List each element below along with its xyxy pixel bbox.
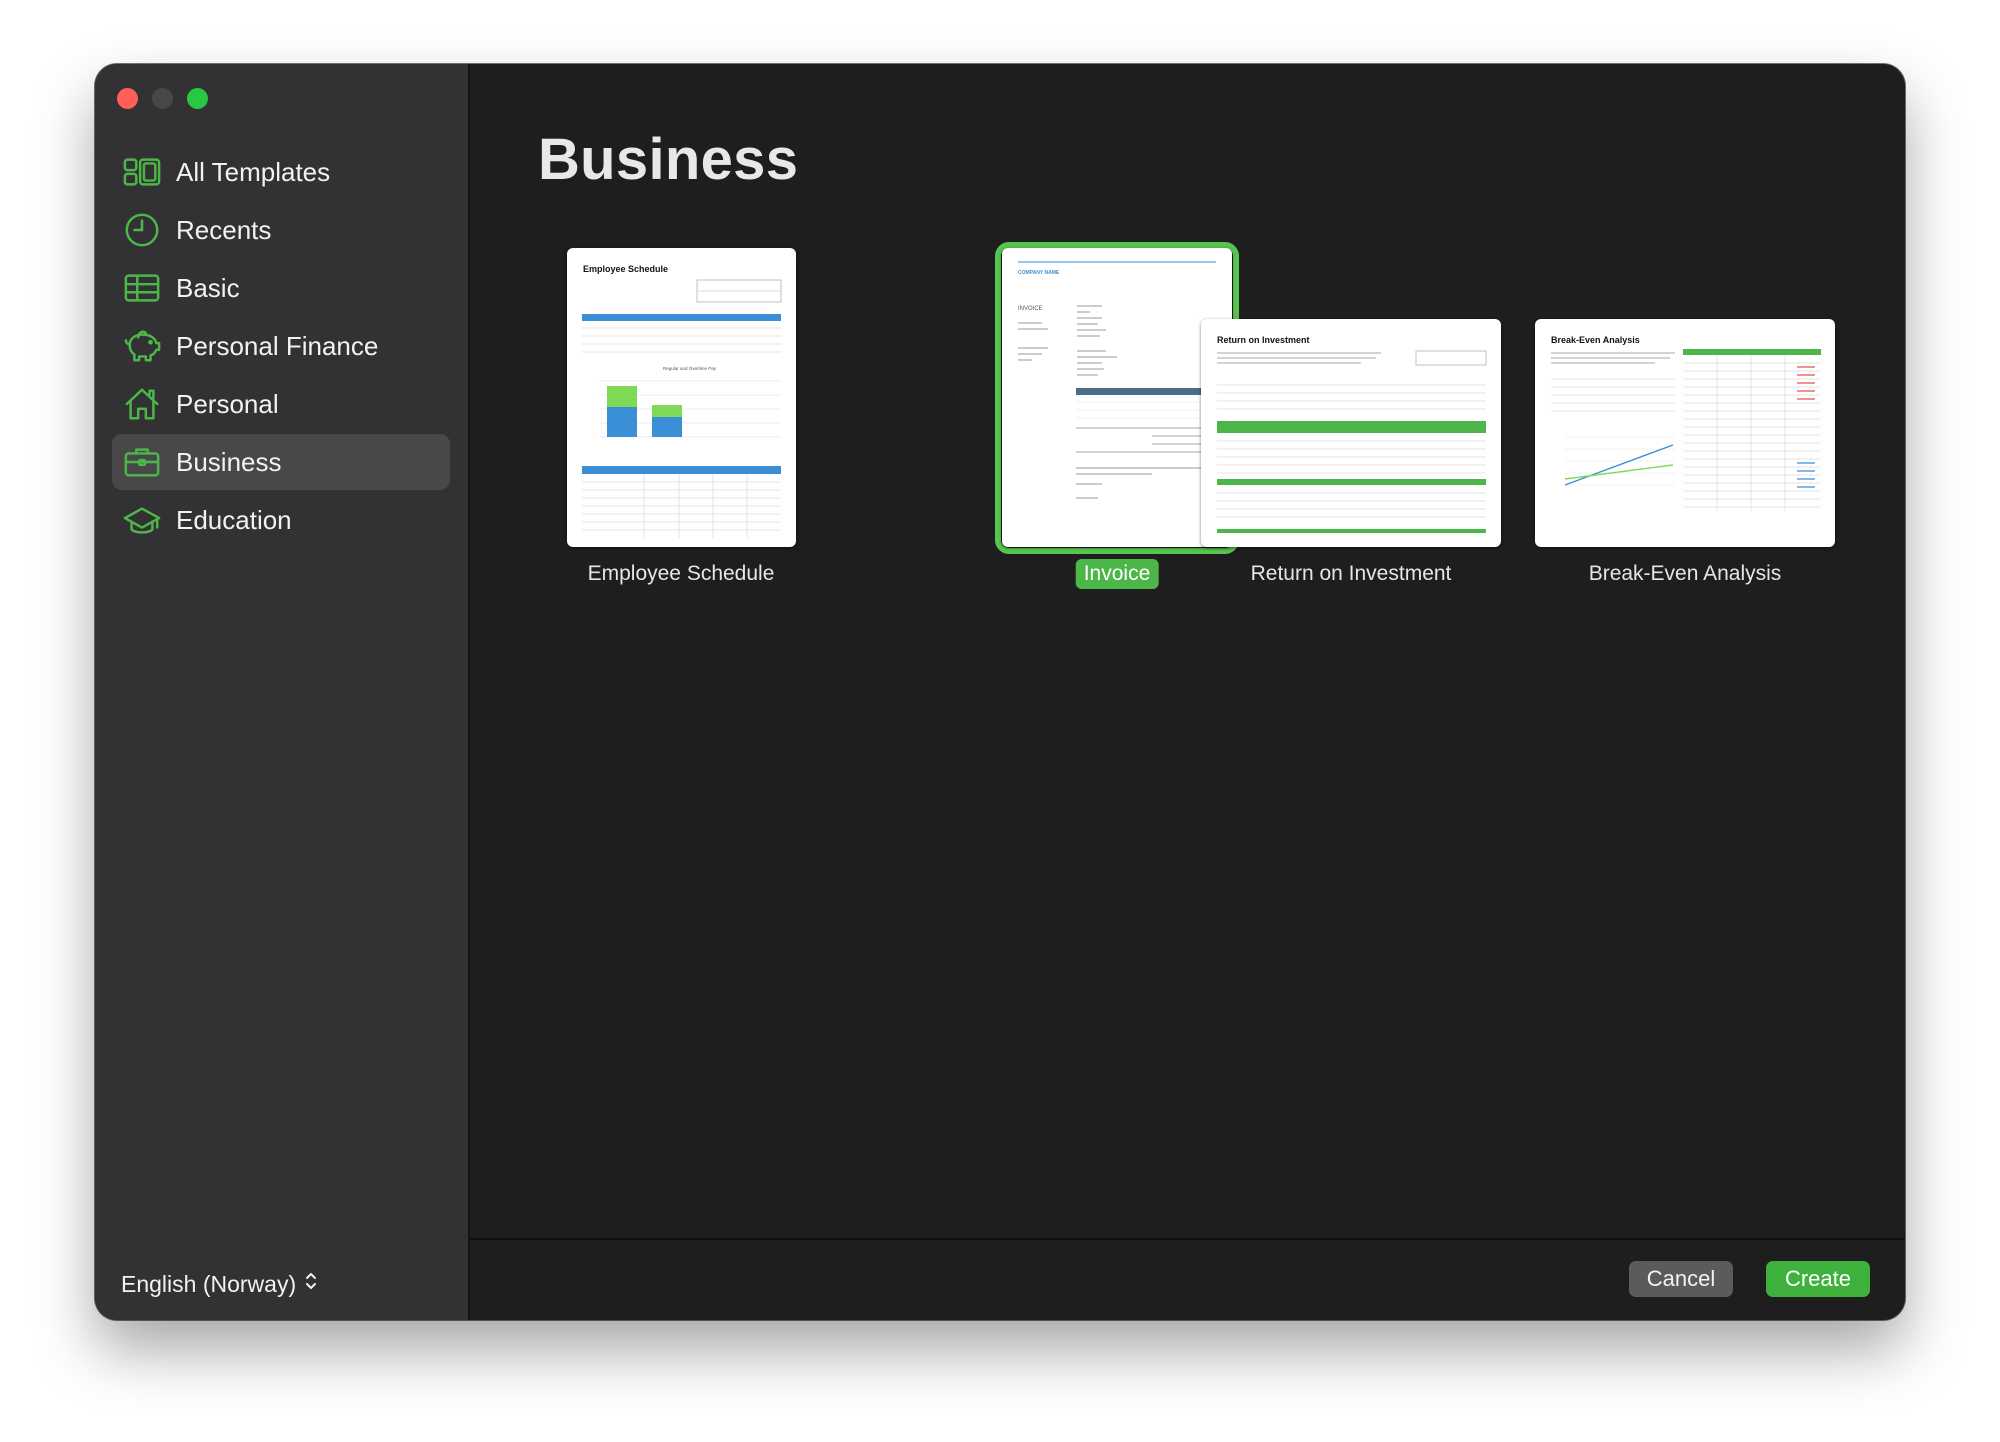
language-selector[interactable]: English (Norway) — [121, 1270, 318, 1298]
main-content: Business Employee Schedule Regular and O — [470, 64, 1905, 1320]
sidebar-item-basic[interactable]: Basic — [112, 260, 450, 316]
thumbnail-heading: Break-Even Analysis — [1551, 335, 1640, 345]
minimize-window-button[interactable] — [152, 88, 173, 109]
thumbnail-company: COMPANY NAME — [1018, 270, 1060, 276]
footer-bar: Cancel Create — [470, 1238, 1905, 1320]
close-window-button[interactable] — [117, 88, 138, 109]
table-icon — [122, 268, 162, 308]
sidebar-item-label: All Templates — [176, 156, 331, 187]
sidebar-item-label: Personal Finance — [176, 330, 379, 361]
template-thumbnail[interactable]: Employee Schedule Regular and Overtime P… — [567, 248, 796, 547]
template-grid: Employee Schedule Regular and Overtime P… — [470, 64, 1905, 624]
sidebar-item-label: Personal — [176, 388, 279, 419]
template-thumbnail[interactable]: Break-Even Analysis — [1535, 319, 1835, 547]
clock-icon — [122, 210, 162, 250]
zoom-window-button[interactable] — [187, 88, 208, 109]
create-button[interactable]: Create — [1766, 1261, 1870, 1297]
svg-text:Regular and Overtime Pay: Regular and Overtime Pay — [663, 366, 717, 371]
cancel-button[interactable]: Cancel — [1629, 1261, 1733, 1297]
sidebar-item-education[interactable]: Education — [112, 492, 450, 548]
window-controls — [117, 88, 208, 109]
template-label: Return on Investment — [1250, 562, 1452, 585]
sidebar-item-label: Education — [176, 504, 292, 535]
thumbnail-doc: INVOICE — [1018, 306, 1043, 312]
template-label: Employee Schedule — [587, 562, 775, 585]
category-list: All Templates Recents Basic Personal Fin… — [112, 144, 450, 550]
template-thumbnail[interactable]: Return on Investment — [1201, 319, 1501, 547]
thumbnail-heading: Return on Investment — [1217, 335, 1310, 345]
graduation-cap-icon — [122, 500, 162, 540]
template-label: Break-Even Analysis — [1588, 562, 1782, 585]
sidebar: All Templates Recents Basic Personal Fin… — [95, 64, 470, 1320]
sidebar-item-recents[interactable]: Recents — [112, 202, 450, 258]
briefcase-icon — [122, 442, 162, 482]
language-label: English (Norway) — [121, 1270, 297, 1297]
up-down-chevron-icon — [304, 1270, 318, 1298]
grid-icon — [122, 152, 162, 192]
thumbnail-heading: Employee Schedule — [583, 264, 668, 274]
sidebar-item-all-templates[interactable]: All Templates — [112, 144, 450, 200]
sidebar-item-label: Business — [176, 446, 282, 477]
template-label-selected: Invoice — [1075, 559, 1159, 589]
template-chooser-window: All Templates Recents Basic Personal Fin… — [95, 64, 1905, 1320]
sidebar-item-personal[interactable]: Personal — [112, 376, 450, 432]
sidebar-item-label: Basic — [176, 272, 240, 303]
piggy-bank-icon — [122, 326, 162, 366]
sidebar-item-business[interactable]: Business — [112, 434, 450, 490]
template-thumbnail[interactable]: COMPANY NAME INVOICE — [1002, 248, 1232, 547]
sidebar-item-label: Recents — [176, 214, 272, 245]
house-icon — [122, 384, 162, 424]
sidebar-item-personal-finance[interactable]: Personal Finance — [112, 318, 450, 374]
